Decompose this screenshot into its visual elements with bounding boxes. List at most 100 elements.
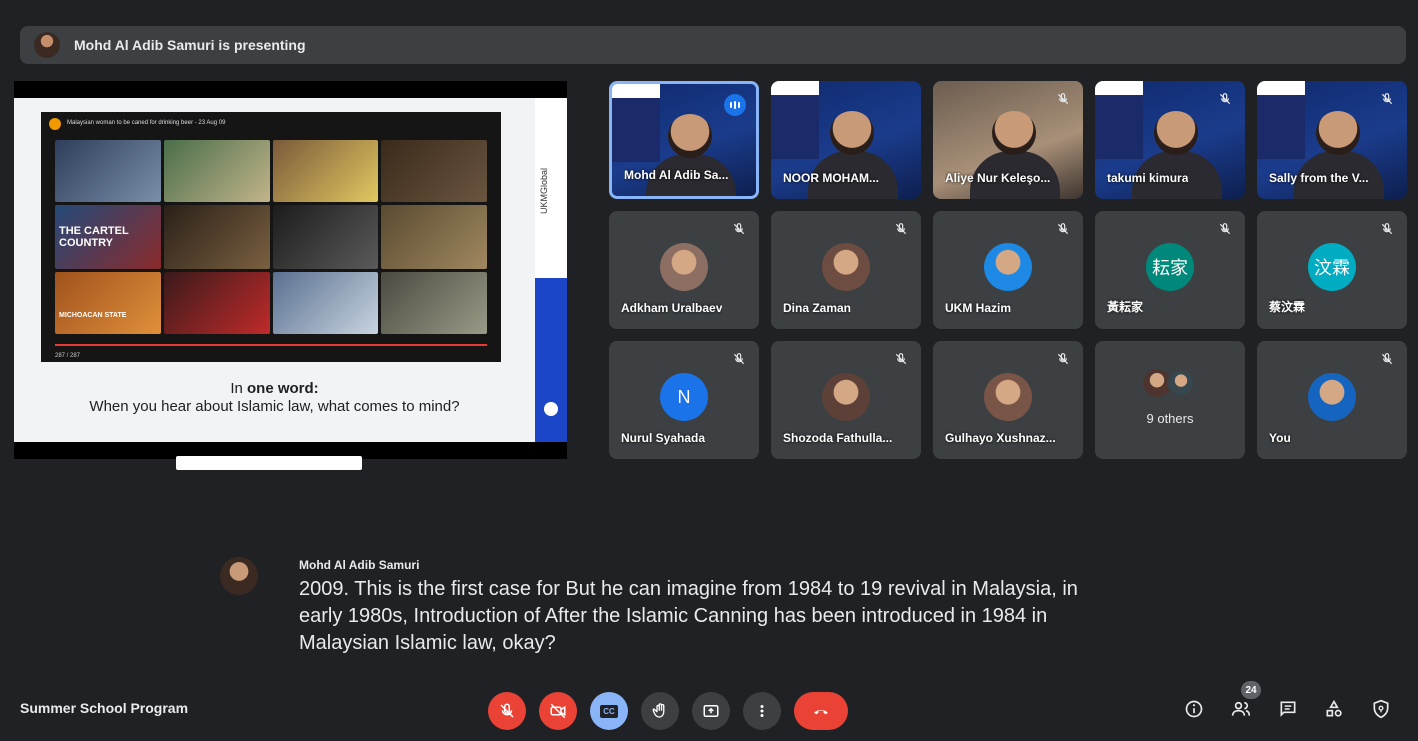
caption-speaker-name: Mohd Al Adib Samuri xyxy=(299,558,420,572)
profile-photo-avatar xyxy=(822,243,870,291)
mic-muted-icon xyxy=(1055,351,1071,367)
camera-toggle-button[interactable] xyxy=(539,692,577,730)
shield-lock-icon xyxy=(1373,699,1389,719)
mic-muted-icon xyxy=(893,351,909,367)
mic-muted-icon xyxy=(1217,91,1233,107)
slide-page: Malaysian woman to be caned for drinking… xyxy=(14,98,567,470)
mic-muted-icon xyxy=(1055,91,1071,107)
participant-name: Nurul Syahada xyxy=(621,431,706,445)
profile-photo-avatar xyxy=(1308,373,1356,421)
initials-avatar: 耘家 xyxy=(1146,243,1194,291)
participant-video-face xyxy=(1316,111,1360,155)
thumbnail-cartel: THE CARTEL COUNTRY xyxy=(55,205,161,269)
mic-muted-icon xyxy=(893,221,909,237)
participant-name: 黃耘家 xyxy=(1107,300,1144,314)
slide-dot xyxy=(544,402,558,416)
video-time: 287 / 287 xyxy=(55,353,81,359)
video-thumbnail-grid: THE CARTEL COUNTRY MICHOACAN STATE xyxy=(55,140,487,334)
participant-tile[interactable]: Adkham Uralbaev xyxy=(609,211,759,329)
profile-photo-avatar xyxy=(984,243,1032,291)
video-progress-bar[interactable] xyxy=(55,344,487,346)
caption-text: 2009. This is the first case for But he … xyxy=(299,578,1078,654)
mic-toggle-button[interactable] xyxy=(488,692,526,730)
profile-photo-avatar xyxy=(660,243,708,291)
presenting-text: Mohd Al Adib Samuri is presenting xyxy=(74,37,306,53)
participant-tile[interactable]: Mohd Al Adib Sa... xyxy=(609,81,759,199)
participant-video-face xyxy=(830,111,874,155)
hang-up-icon xyxy=(814,709,828,715)
participant-name: Aliye Nur Keleşo... xyxy=(945,171,1051,185)
participant-tile[interactable]: Shozoda Fathulla... xyxy=(771,341,921,459)
participant-tile[interactable]: 9 others xyxy=(1095,341,1245,459)
participant-name: You xyxy=(1269,431,1291,445)
participant-tile[interactable]: takumi kimura xyxy=(1095,81,1245,199)
presentation-screen[interactable]: Malaysian woman to be caned for drinking… xyxy=(14,81,567,470)
mic-muted-icon xyxy=(1379,91,1395,107)
embedded-video[interactable]: Malaysian woman to be caned for drinking… xyxy=(41,112,501,362)
mic-muted-icon xyxy=(1379,351,1395,367)
camera-off-icon xyxy=(550,703,566,719)
participant-name: Dina Zaman xyxy=(783,301,852,315)
participant-tile[interactable]: Sally from the V... xyxy=(1257,81,1407,199)
participant-tile[interactable]: You xyxy=(1257,341,1407,459)
presenting-banner: Mohd Al Adib Samuri is presenting xyxy=(20,26,1406,64)
participant-tile[interactable]: N Nurul Syahada xyxy=(609,341,759,459)
caption-speaker-avatar xyxy=(220,557,258,595)
video-background-banner xyxy=(1257,81,1305,159)
slide-vertical-title: UKMGlobal xyxy=(539,168,549,215)
activities-button[interactable] xyxy=(1322,697,1346,721)
people-icon xyxy=(1231,701,1251,716)
speaking-indicator-icon xyxy=(724,94,746,116)
profile-photo-avatar xyxy=(822,373,870,421)
others-avatar-group xyxy=(1143,369,1197,399)
participant-tile[interactable]: NOOR MOHAM... xyxy=(771,81,921,199)
mic-muted-icon xyxy=(1217,221,1233,237)
participant-video-face xyxy=(1154,111,1198,155)
participant-tile[interactable]: UKM Hazim xyxy=(933,211,1083,329)
captions-button[interactable]: CC xyxy=(590,692,628,730)
mic-muted-icon xyxy=(731,221,747,237)
cc-icon: CC xyxy=(600,704,618,718)
participant-name: Adkham Uralbaev xyxy=(621,301,723,315)
video-title: Malaysian woman to be caned for drinking… xyxy=(67,120,226,126)
participant-name: NOOR MOHAM... xyxy=(783,171,879,185)
meeting-name: Summer School Program xyxy=(20,700,189,716)
host-controls-button[interactable] xyxy=(1369,697,1393,721)
thumbnail-michoacan: MICHOACAN STATE xyxy=(55,272,161,334)
participant-name: UKM Hazim xyxy=(945,301,1012,315)
mic-muted-icon xyxy=(1379,221,1395,237)
participants-count-badge: 24 xyxy=(1241,681,1261,699)
participant-name: Mohd Al Adib Sa... xyxy=(624,168,729,182)
hand-icon xyxy=(652,703,665,718)
participant-video-face xyxy=(992,111,1036,155)
video-background-banner xyxy=(771,81,819,159)
raise-hand-button[interactable] xyxy=(641,692,679,730)
mic-muted-icon xyxy=(1055,221,1071,237)
meeting-details-button[interactable] xyxy=(1182,697,1206,721)
participant-name: takumi kimura xyxy=(1107,171,1189,185)
participant-tile[interactable]: Aliye Nur Keleşo... xyxy=(933,81,1083,199)
profile-photo-avatar xyxy=(984,373,1032,421)
participant-name: Sally from the V... xyxy=(1269,171,1369,185)
channel-icon xyxy=(49,118,61,130)
chat-button[interactable] xyxy=(1276,697,1300,721)
shapes-icon xyxy=(1326,699,1342,717)
participant-tile[interactable]: 耘家 黃耘家 xyxy=(1095,211,1245,329)
participant-name: Gulhayo Xushnaz... xyxy=(945,431,1056,445)
video-background-banner xyxy=(1095,81,1143,159)
initials-avatar: 汶霖 xyxy=(1308,243,1356,291)
initials-avatar: N xyxy=(660,373,708,421)
leave-call-button[interactable] xyxy=(794,692,848,730)
participant-tile[interactable]: Gulhayo Xushnaz... xyxy=(933,341,1083,459)
participant-name: Shozoda Fathulla... xyxy=(783,431,893,445)
participant-tile[interactable]: 汶霖 蔡汶霖 xyxy=(1257,211,1407,329)
participant-tile[interactable]: Dina Zaman xyxy=(771,211,921,329)
slide-question: In one word: When you hear about Islamic… xyxy=(89,380,460,415)
participant-video-face xyxy=(668,114,712,158)
more-options-button[interactable] xyxy=(743,692,781,730)
participants-button[interactable] xyxy=(1229,697,1253,721)
others-label: 9 others xyxy=(1146,411,1194,426)
chat-icon xyxy=(1280,701,1296,717)
present-now-button[interactable] xyxy=(692,692,730,730)
video-background-banner xyxy=(612,84,660,162)
